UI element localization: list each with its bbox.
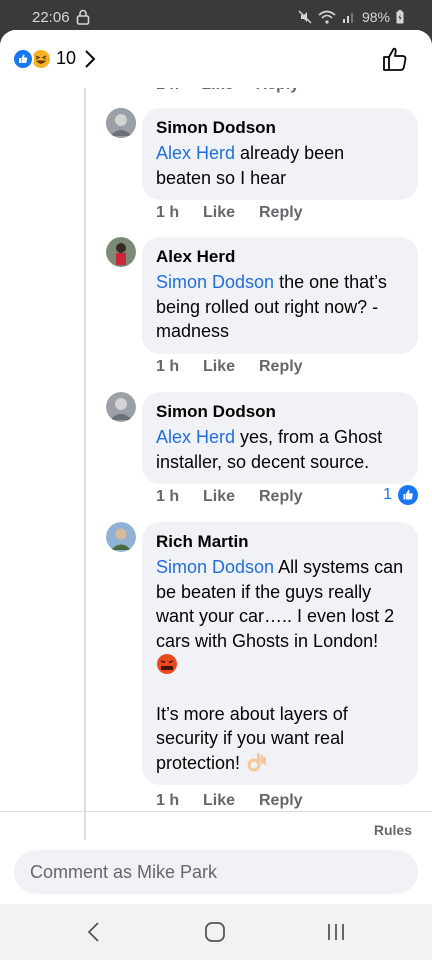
- mention-link[interactable]: Simon Dodson: [156, 272, 274, 292]
- reactions-header: 10: [0, 30, 432, 88]
- footer-divider: [0, 811, 432, 812]
- mention-link[interactable]: Alex Herd: [156, 143, 235, 163]
- like-reaction-icon: [12, 48, 34, 70]
- comment-actions: 1 h Like Reply: [156, 488, 303, 506]
- status-icons: 98%: [298, 9, 404, 25]
- comment-author[interactable]: Simon Dodson: [156, 117, 404, 139]
- like-button[interactable]: Like: [203, 488, 259, 506]
- system-nav-bar: [0, 904, 432, 960]
- comment-bubble: Simon Dodson Alex Herd already been beat…: [142, 108, 418, 200]
- comment-bubble: Alex Herd Simon Dodson the one that’s be…: [142, 237, 418, 354]
- comment-bubble: Simon Dodson Alex Herd yes, from a Ghost…: [142, 392, 418, 484]
- avatar[interactable]: [106, 237, 136, 267]
- like-button[interactable]: Like: [203, 204, 259, 222]
- wifi-icon: [318, 10, 336, 24]
- like-reaction-icon: [398, 485, 418, 505]
- thread-line: [84, 88, 86, 840]
- ok-hand-emoji-icon: [247, 752, 267, 771]
- comment-time: 1 h: [156, 488, 180, 505]
- angry-emoji-icon: [157, 654, 177, 674]
- reaction-count: 1: [383, 486, 392, 503]
- reply-button[interactable]: Reply: [259, 488, 303, 506]
- thumbs-up-icon[interactable]: [382, 46, 408, 72]
- recents-nav-icon[interactable]: [324, 920, 348, 944]
- battery-percent: 98%: [361, 9, 390, 25]
- mention-link[interactable]: Simon Dodson: [156, 557, 274, 577]
- avatar[interactable]: [106, 522, 136, 552]
- reply-button[interactable]: Reply: [259, 792, 303, 810]
- like-button[interactable]: Like: [203, 358, 259, 376]
- comment-author[interactable]: Alex Herd: [156, 246, 404, 268]
- comment-reactions[interactable]: 1: [383, 485, 418, 505]
- signal-icon: [342, 13, 353, 23]
- comment-time: 1 h: [156, 358, 180, 375]
- comment-time: 1 h: [156, 792, 180, 809]
- comment-text: It’s more about layers of security if yo…: [156, 703, 348, 773]
- avatar[interactable]: [106, 108, 136, 138]
- reaction-count: 10: [56, 48, 77, 68]
- status-bar: 22:06 98%: [0, 0, 432, 34]
- chevron-right-icon: [85, 50, 96, 68]
- comments-sheet: 10 1 h Like Reply Simon Dodson Alex Herd…: [0, 30, 432, 904]
- avatar[interactable]: [106, 392, 136, 422]
- comment-author[interactable]: Simon Dodson: [156, 401, 404, 423]
- comment-actions: 1 h Like Reply: [156, 358, 303, 376]
- lock-icon: [76, 9, 90, 25]
- mute-icon: [298, 10, 312, 24]
- back-nav-icon[interactable]: [82, 920, 106, 944]
- comment-text: Simon Dodson the one that’s being rolled…: [156, 272, 387, 341]
- comment-time: 1 h: [156, 204, 180, 221]
- like-button[interactable]: Like: [203, 792, 259, 810]
- reply-button[interactable]: Reply: [259, 204, 303, 222]
- home-nav-icon[interactable]: [203, 920, 227, 944]
- comment-bubble: Rich Martin Simon Dodson All systems can…: [142, 522, 418, 785]
- comment-text: Alex Herd already been beaten so I hear: [156, 143, 345, 188]
- reply-button[interactable]: Reply: [259, 358, 303, 376]
- comment-actions: 1 h Like Reply: [156, 792, 303, 810]
- comment-text: Alex Herd yes, from a Ghost installer, s…: [156, 427, 383, 472]
- status-time: 22:06: [32, 9, 70, 26]
- mention-link[interactable]: Alex Herd: [156, 427, 235, 447]
- comment-box: [14, 850, 418, 894]
- comment-actions: 1 h Like Reply: [156, 204, 303, 222]
- comment-input[interactable]: [14, 850, 418, 894]
- rules-link[interactable]: Rules: [374, 822, 412, 838]
- comment-text: Simon Dodson All systems can be beaten i…: [156, 555, 404, 678]
- battery-icon: [396, 10, 404, 24]
- comment-author[interactable]: Rich Martin: [156, 531, 404, 553]
